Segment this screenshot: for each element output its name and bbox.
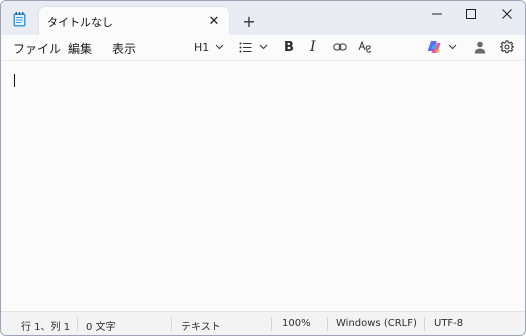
copilot-icon bbox=[427, 40, 441, 54]
maximize-icon[interactable] bbox=[453, 1, 489, 27]
tab-untitled[interactable]: タイトルなし ✕ bbox=[39, 7, 229, 35]
status-bar: 行 1、列 1 0 文字 テキスト 100% Windows (CRLF) UT… bbox=[1, 311, 525, 335]
list-dropdown[interactable] bbox=[239, 39, 268, 55]
menu-edit[interactable]: 編集 bbox=[68, 40, 92, 57]
account-icon[interactable] bbox=[474, 39, 486, 55]
window-close-icon[interactable] bbox=[489, 1, 525, 27]
zoom-level[interactable]: 100% bbox=[282, 318, 311, 329]
menu-file[interactable]: ファイル bbox=[13, 40, 61, 57]
close-icon[interactable]: ✕ bbox=[207, 14, 221, 29]
chevron-down-icon bbox=[259, 44, 268, 50]
text-editor-area[interactable] bbox=[1, 61, 525, 311]
bold-button[interactable]: B bbox=[284, 39, 294, 55]
copilot-dropdown[interactable] bbox=[427, 39, 457, 55]
status-divider bbox=[327, 317, 328, 331]
chevron-down-icon bbox=[215, 44, 224, 50]
minimize-icon[interactable] bbox=[419, 1, 455, 27]
heading-label: H1 bbox=[194, 40, 210, 54]
status-divider bbox=[77, 317, 78, 331]
plus-icon[interactable]: + bbox=[241, 12, 257, 31]
character-count: 0 文字 bbox=[86, 322, 116, 333]
text-format[interactable]: テキスト bbox=[181, 318, 221, 333]
link-icon[interactable] bbox=[333, 39, 347, 55]
gear-icon[interactable] bbox=[500, 39, 514, 55]
cursor-position: 行 1、列 1 bbox=[21, 322, 71, 333]
tab-title: タイトルなし bbox=[47, 16, 113, 29]
title-bar: タイトルなし ✕ + bbox=[1, 1, 525, 35]
chevron-down-icon bbox=[448, 44, 457, 50]
menu-bar: ファイル 編集 表示 H1 B I bbox=[1, 35, 525, 61]
notepad-app-icon bbox=[13, 12, 26, 27]
notepad-window: タイトルなし ✕ + ファイル 編集 表示 H1 B I 行 1、列 1 0 文… bbox=[0, 0, 526, 336]
encoding[interactable]: UTF-8 bbox=[434, 318, 463, 329]
menu-view[interactable]: 表示 bbox=[112, 40, 136, 57]
italic-button[interactable]: I bbox=[310, 39, 316, 55]
spellcheck-icon[interactable] bbox=[358, 39, 372, 55]
text-caret bbox=[14, 74, 15, 87]
line-ending[interactable]: Windows (CRLF) bbox=[336, 318, 417, 329]
status-divider bbox=[171, 317, 172, 331]
heading-dropdown[interactable]: H1 bbox=[194, 39, 224, 55]
status-divider bbox=[424, 317, 425, 331]
status-divider bbox=[271, 317, 272, 331]
list-icon bbox=[239, 42, 252, 53]
